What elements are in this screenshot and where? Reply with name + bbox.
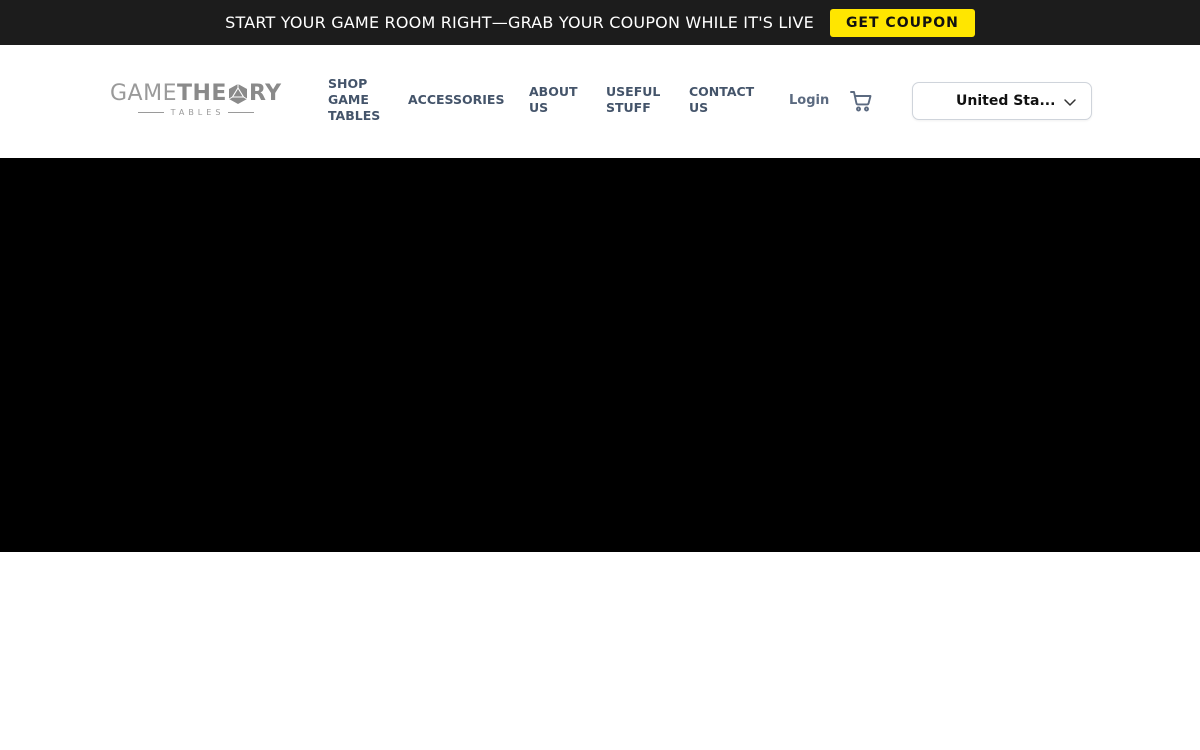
nav-useful-stuff[interactable]: USEFUL STUFF (606, 84, 660, 116)
nav-contact-line-1: CONTACT (689, 84, 755, 99)
logo-word-the: THE (176, 81, 227, 106)
nav-shop-line-2: GAME (328, 92, 369, 107)
nav-accessories-label: ACCESSORIES (408, 92, 505, 107)
logo-wordmark: GAME THE RY (110, 81, 286, 107)
logo[interactable]: GAME THE RY TABLES (110, 81, 286, 121)
logo-rule-left (137, 112, 164, 113)
logo-word-ry: RY (248, 81, 282, 106)
nav-useful-line-1: USEFUL (606, 84, 661, 99)
logo-subtitle: TABLES (170, 108, 225, 117)
page-content-below-hero (0, 552, 1200, 750)
nav-about-us[interactable]: ABOUT US (529, 84, 578, 116)
nav-accessories[interactable]: ACCESSORIES (408, 92, 504, 108)
nav-shop-line-1: SHOP (328, 76, 368, 91)
logo-subtitle-row: TABLES (110, 108, 282, 117)
nav-shop-game-tables[interactable]: SHOP GAME TABLES (328, 76, 380, 124)
chevron-down-icon (1064, 99, 1076, 106)
cart-icon[interactable] (849, 89, 873, 113)
nav-about-line-1: ABOUT (529, 84, 578, 99)
nav-contact-line-2: US (689, 100, 709, 115)
login-link[interactable]: Login (789, 93, 829, 108)
site-header: GAME THE RY TABLES SHOP GAME TABLES ACCES… (0, 45, 1200, 158)
country-selector[interactable]: United Sta... (912, 82, 1092, 120)
nav-about-line-2: US (529, 100, 549, 115)
get-coupon-button[interactable]: GET COUPON (829, 8, 975, 37)
country-selected-label: United Sta... (956, 93, 1056, 109)
nav-useful-line-2: STUFF (606, 100, 651, 115)
logo-rule-right (228, 112, 255, 113)
nav-contact-us[interactable]: CONTACT US (689, 84, 754, 116)
d20-icon (228, 84, 248, 104)
hero-media (0, 158, 1200, 552)
announcement-bar: START YOUR GAME ROOM RIGHT—GRAB YOUR COU… (0, 0, 1200, 45)
nav-shop-line-3: TABLES (328, 108, 381, 123)
logo-word-game: GAME (110, 81, 177, 106)
announcement-text: START YOUR GAME ROOM RIGHT—GRAB YOUR COU… (225, 13, 814, 32)
